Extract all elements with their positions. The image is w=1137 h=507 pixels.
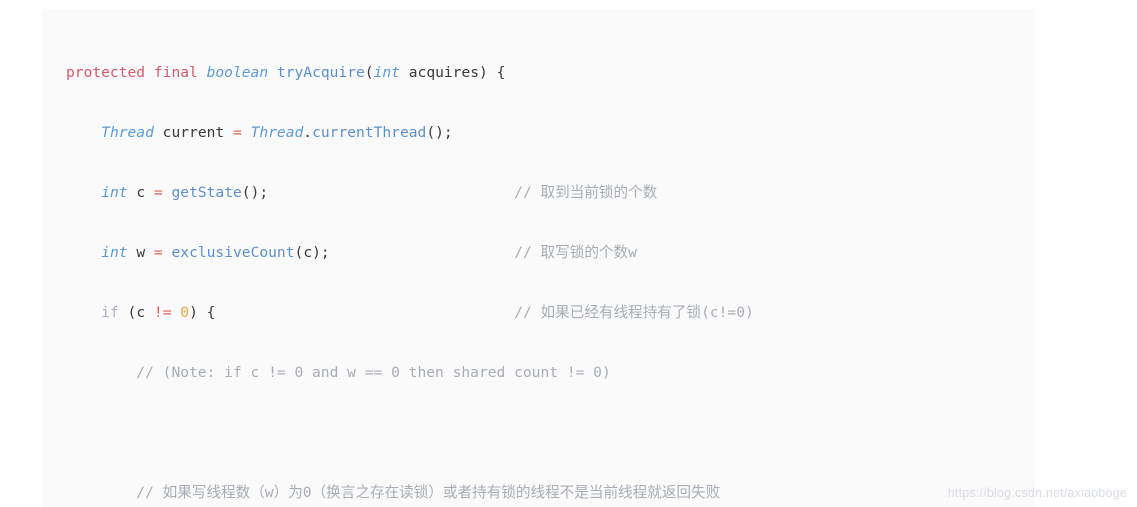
code-listing: protected final boolean tryAcquire(int a… xyxy=(42,23,1035,507)
code-line: if (c != 0) { // 如果已经有线程持有了锁(c!=0) xyxy=(101,304,754,321)
code-line: // (Note: if c != 0 and w == 0 then shar… xyxy=(136,364,611,381)
code-line: Thread current = Thread.currentThread(); xyxy=(101,124,453,141)
code-line: int w = exclusiveCount(c); // 取写锁的个数w xyxy=(101,244,637,261)
page-root: protected final boolean tryAcquire(int a… xyxy=(0,0,1137,507)
code-line: // 如果写线程数（w）为0（换言之存在读锁）或者持有锁的线程不是当前线程就返回… xyxy=(136,484,721,501)
watermark-url: https://blog.csdn.net/axiaoboge xyxy=(947,486,1127,500)
code-line: protected final boolean tryAcquire(int a… xyxy=(66,64,506,81)
code-line: int c = getState(); // 取到当前锁的个数 xyxy=(101,184,658,201)
code-block: protected final boolean tryAcquire(int a… xyxy=(42,9,1035,507)
